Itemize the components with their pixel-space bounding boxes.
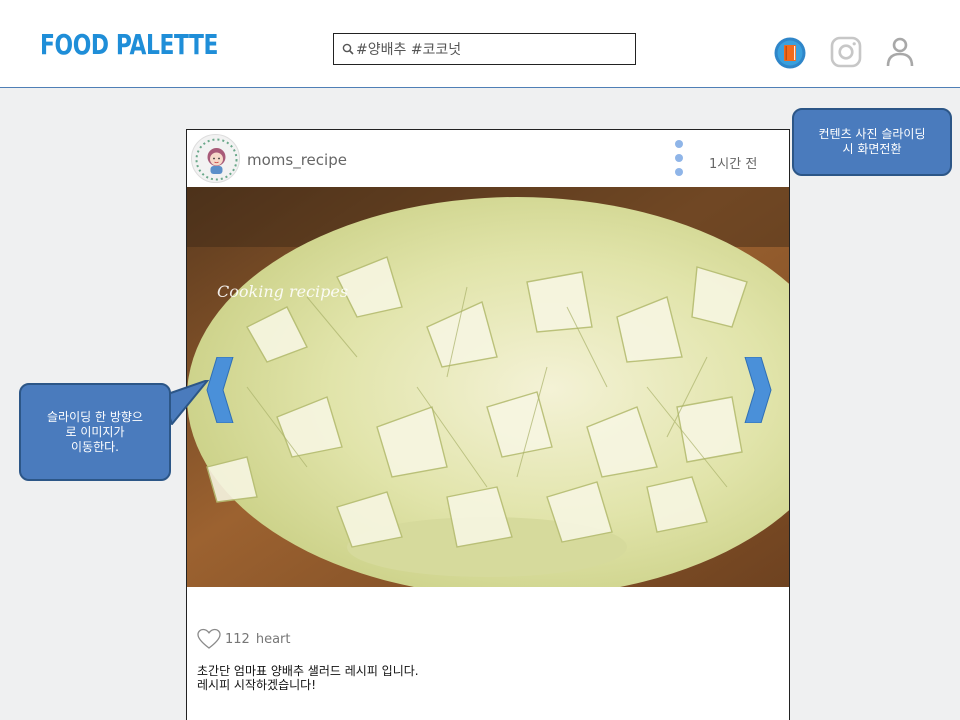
annotation-line: 이동한다. [71, 439, 119, 454]
book-icon[interactable] [774, 37, 806, 69]
search-input[interactable] [356, 36, 626, 62]
caption-line: 레시피 시작하겠습니다! [197, 678, 317, 692]
annotation-line: 슬라이딩 한 방향으 [47, 409, 143, 424]
like-label: heart [255, 631, 291, 647]
more-options-icon[interactable] [673, 140, 685, 178]
heart-icon[interactable] [197, 628, 221, 650]
photo-watermark: Cooking recipes [217, 282, 348, 301]
slide-right-arrow[interactable] [743, 357, 773, 423]
logo[interactable]: FOOD PALETTE [40, 28, 218, 61]
dot [675, 154, 683, 162]
post-photo[interactable]: Cooking recipes [187, 187, 789, 587]
caption-line: 초간단 엄마표 양배추 샐러드 레시피 입니다. [197, 664, 419, 678]
feed-post: moms_recipe 1시간 전 Cooking recipes 112 he… [186, 129, 790, 720]
post-username[interactable]: moms_recipe [247, 151, 347, 169]
post-header: moms_recipe 1시간 전 [187, 130, 789, 187]
annotation-line: 컨텐츠 사진 슬라이딩 [818, 127, 926, 141]
post-caption: 초간단 엄마표 양배추 샐러드 레시피 입니다. 레시피 시작하겠습니다! [197, 664, 419, 692]
annotation-note-slide-direction: 슬라이딩 한 방향으 로 이미지가 이동한다. [19, 383, 171, 481]
like-count: 112 [225, 631, 250, 647]
search-box[interactable] [333, 33, 636, 65]
search-icon [342, 43, 354, 55]
cabbage-photo: Cooking recipes [187, 187, 789, 587]
like-row: 112 heart [197, 627, 290, 651]
instagram-icon[interactable] [830, 36, 862, 68]
annotation-note-slide-transition: 컨텐츠 사진 슬라이딩 시 화면전환 [792, 108, 952, 176]
dot [675, 168, 683, 176]
top-bar: FOOD PALETTE [0, 0, 960, 88]
annotation-line: 시 화면전환 [842, 142, 902, 156]
avatar-illustration [195, 138, 238, 181]
dot [675, 140, 683, 148]
avatar[interactable] [191, 134, 240, 183]
post-time: 1시간 전 [709, 157, 758, 172]
annotation-line: 로 이미지가 [65, 424, 125, 439]
user-icon[interactable] [885, 36, 915, 68]
